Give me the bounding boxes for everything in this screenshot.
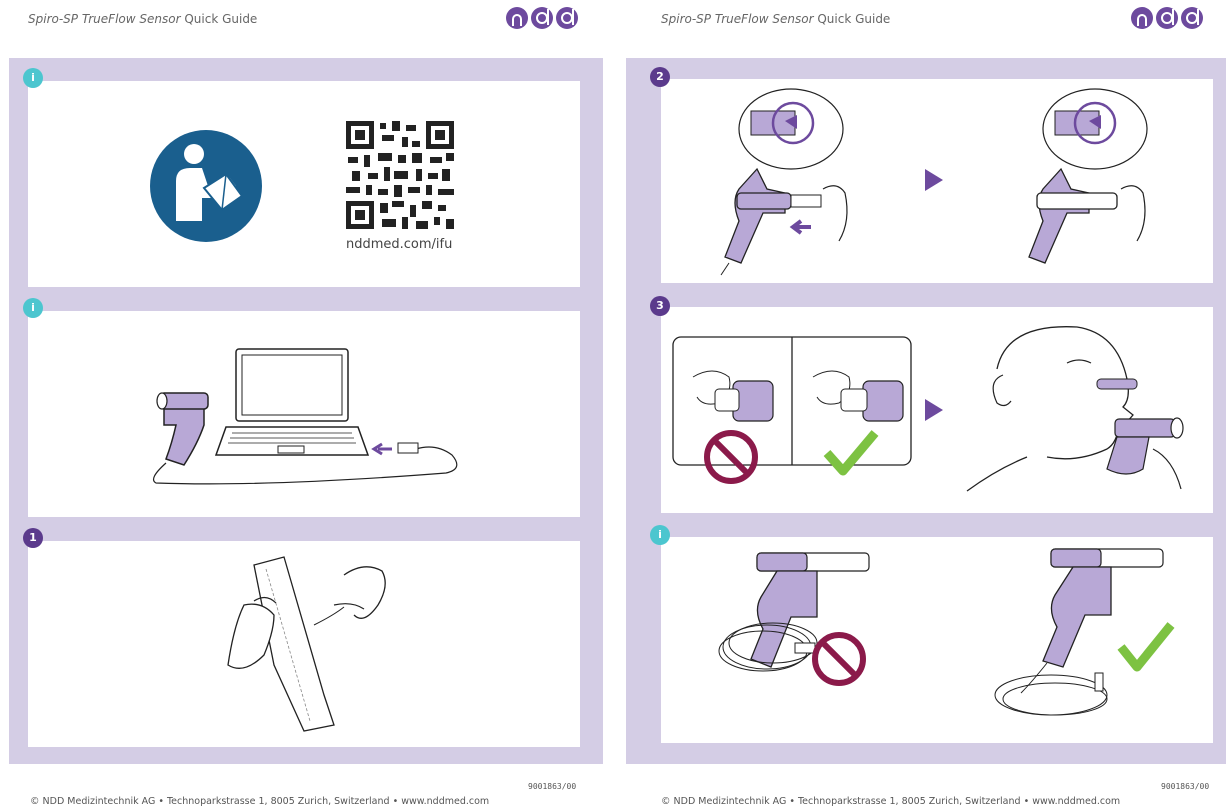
ndd-logo-d2 xyxy=(1181,7,1203,29)
step-badge: 3 xyxy=(650,296,670,316)
panel-laptop-connection xyxy=(28,311,580,517)
header-title: Spiro-SP TrueFlow Sensor Quick Guide xyxy=(28,12,257,26)
document-code: 9001863/00 xyxy=(1161,782,1210,791)
laptop-sensor-illustration xyxy=(153,348,458,485)
step-badge: 1 xyxy=(23,528,43,548)
ndd-logo-d2 xyxy=(556,7,578,29)
qr-url[interactable]: nddmed.com/ifu xyxy=(346,237,452,252)
left-page: Spiro-SP TrueFlow Sensor Quick Guide ndd… xyxy=(0,0,611,807)
footer-text: © NDD Medizintechnik AG • Technoparkstra… xyxy=(30,796,490,807)
insert-flowtube-illustration-left xyxy=(720,88,848,276)
next-arrow-icon xyxy=(925,169,943,191)
info-badge: i xyxy=(23,298,43,318)
header-title-suffix: Quick Guide xyxy=(813,12,891,26)
cable-coiled-incorrect xyxy=(718,552,870,686)
patient-breathing-illustration xyxy=(966,326,1184,492)
ndd-logo-d1 xyxy=(1156,7,1178,29)
unpacking-hands-illustration xyxy=(227,556,386,732)
left-frame: nddmed.com/ifu i i 1 xyxy=(9,58,603,764)
info-badge: i xyxy=(650,525,670,545)
right-page: Spiro-SP TrueFlow Sensor Quick Guide 2 3… xyxy=(621,0,1232,807)
ndd-logo xyxy=(1131,7,1203,29)
header-title-product: Spiro-SP TrueFlow Sensor xyxy=(28,12,181,26)
read-manual-icon xyxy=(150,130,262,242)
info-badge: i xyxy=(23,68,43,88)
step-badge: 2 xyxy=(650,67,670,87)
panel-mouthpiece-position xyxy=(661,307,1213,513)
mouthpiece-comparison xyxy=(672,336,912,484)
ndd-logo-d1 xyxy=(531,7,553,29)
next-arrow-icon xyxy=(925,399,943,421)
qr-code-icon[interactable] xyxy=(346,121,454,229)
header-title: Spiro-SP TrueFlow Sensor Quick Guide xyxy=(661,12,890,26)
panel-cable-handling xyxy=(661,537,1213,743)
panel-unpack-sensor xyxy=(28,541,580,747)
ndd-logo xyxy=(506,7,578,29)
ndd-logo-n xyxy=(1131,7,1153,29)
right-frame: 2 3 i xyxy=(626,58,1226,764)
header-title-product: Spiro-SP TrueFlow Sensor xyxy=(661,12,814,26)
cable-straight-correct xyxy=(994,548,1175,716)
insert-flowtube-illustration-right xyxy=(1028,88,1148,264)
footer-text: © NDD Medizintechnik AG • Technoparkstra… xyxy=(661,796,1121,807)
header-title-suffix: Quick Guide xyxy=(180,12,258,26)
panel-insert-flowtube xyxy=(661,79,1213,283)
document-code: 9001863/00 xyxy=(528,782,577,791)
panel-manual-qr: nddmed.com/ifu xyxy=(28,81,580,287)
ndd-logo-n xyxy=(506,7,528,29)
page-gutter xyxy=(611,0,621,807)
